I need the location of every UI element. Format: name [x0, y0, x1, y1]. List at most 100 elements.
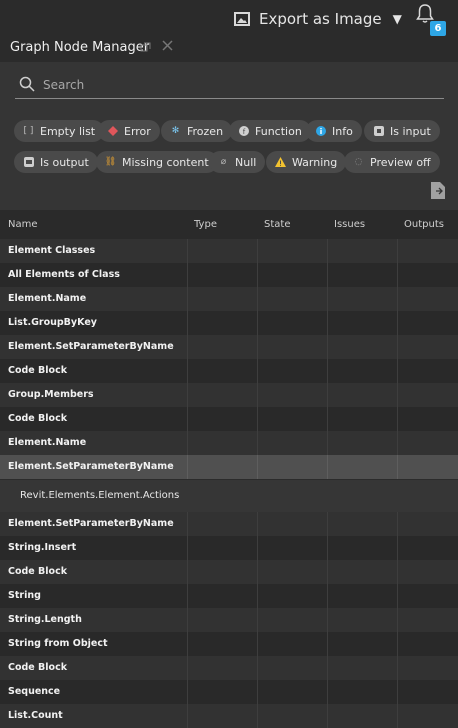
- table-row[interactable]: Group.Members: [0, 383, 458, 407]
- column-divider: [327, 407, 328, 431]
- export-as-image-button[interactable]: Export as Image ▼: [234, 10, 402, 28]
- filter-chip-is-input[interactable]: Is input: [364, 120, 440, 142]
- chip-label: Error: [124, 124, 151, 138]
- column-divider: [257, 704, 258, 728]
- chip-label: Null: [235, 155, 257, 169]
- filter-chip-null[interactable]: ⌀ Null: [209, 151, 266, 173]
- table-row[interactable]: Code Block: [0, 656, 458, 680]
- column-header-name[interactable]: Name: [8, 219, 38, 230]
- column-divider: [327, 287, 328, 311]
- filter-chip-function[interactable]: f Function: [229, 120, 311, 142]
- column-divider: [397, 656, 398, 680]
- chevron-down-icon[interactable]: ▼: [393, 12, 402, 26]
- column-header-issues[interactable]: Issues: [334, 219, 365, 230]
- table-row[interactable]: Element.SetParameterByName: [0, 335, 458, 359]
- table-row[interactable]: String: [0, 584, 458, 608]
- column-divider: [187, 287, 188, 311]
- column-divider: [397, 287, 398, 311]
- column-divider: [187, 584, 188, 608]
- column-divider: [187, 536, 188, 560]
- column-divider: [257, 359, 258, 383]
- column-divider: [257, 239, 258, 263]
- column-divider: [327, 335, 328, 359]
- column-divider: [257, 608, 258, 632]
- column-divider: [327, 431, 328, 455]
- column-divider: [397, 335, 398, 359]
- filter-chip-empty-list[interactable]: [ ] Empty list: [14, 120, 105, 142]
- table-row[interactable]: Element.SetParameterByName: [0, 512, 458, 536]
- filter-chip-frozen[interactable]: ✻ Frozen: [161, 120, 233, 142]
- filter-chip-info[interactable]: Info: [306, 120, 362, 142]
- column-divider: [327, 656, 328, 680]
- column-divider: [397, 239, 398, 263]
- column-divider: [327, 263, 328, 287]
- row-name: Element.SetParameterByName: [8, 341, 174, 352]
- column-divider: [187, 383, 188, 407]
- search-icon: [19, 76, 35, 96]
- table-row[interactable]: Code Block: [0, 359, 458, 383]
- row-name: Sequence: [8, 686, 61, 697]
- filter-chip-missing-content[interactable]: ⛓ Missing content: [96, 151, 218, 173]
- filter-chip-warning[interactable]: Warning: [266, 151, 347, 173]
- table-row[interactable]: All Elements of Class: [0, 263, 458, 287]
- table-row[interactable]: Sequence: [0, 680, 458, 704]
- chip-label: Is input: [390, 124, 431, 138]
- column-divider: [397, 680, 398, 704]
- row-name: Element.SetParameterByName: [8, 461, 174, 472]
- undock-icon[interactable]: [140, 42, 152, 54]
- chip-label: Preview off: [370, 155, 431, 169]
- column-divider: [397, 383, 398, 407]
- export-label: Export as Image: [259, 10, 382, 28]
- column-divider: [327, 560, 328, 584]
- table-row[interactable]: Code Block: [0, 560, 458, 584]
- filter-chip-preview-off[interactable]: ◌ Preview off: [344, 151, 440, 173]
- chip-label: Warning: [292, 155, 338, 169]
- null-icon: ⌀: [220, 157, 227, 167]
- column-divider: [257, 455, 258, 479]
- column-header-type[interactable]: Type: [194, 219, 217, 230]
- filter-chip-is-output[interactable]: Is output: [14, 151, 98, 173]
- column-divider: [327, 608, 328, 632]
- snowflake-icon: ✻: [171, 126, 180, 136]
- column-divider: [327, 512, 328, 536]
- table-row[interactable]: String from Object: [0, 632, 458, 656]
- filter-chip-error[interactable]: Error: [98, 120, 160, 142]
- row-name: Element.Name: [8, 293, 87, 304]
- link-icon: ⛓: [104, 157, 117, 167]
- table-row[interactable]: List.Count: [0, 704, 458, 728]
- column-divider: [397, 455, 398, 479]
- close-icon[interactable]: [162, 40, 174, 52]
- table-row[interactable]: Element.Name: [0, 287, 458, 311]
- chip-label: Missing content: [122, 155, 209, 169]
- column-divider: [257, 263, 258, 287]
- table-row[interactable]: String.Length: [0, 608, 458, 632]
- function-icon: f: [238, 126, 249, 137]
- column-divider: [327, 455, 328, 479]
- table-row[interactable]: Element.Name: [0, 431, 458, 455]
- column-header-state[interactable]: State: [264, 219, 290, 230]
- column-divider: [327, 632, 328, 656]
- column-header-outputs[interactable]: Outputs: [404, 219, 444, 230]
- column-divider: [187, 680, 188, 704]
- column-divider: [187, 311, 188, 335]
- search-box: [15, 70, 444, 99]
- row-name: String.Length: [8, 614, 82, 625]
- column-divider: [327, 383, 328, 407]
- table-row[interactable]: List.GroupByKey: [0, 311, 458, 335]
- table-row[interactable]: Code Block: [0, 407, 458, 431]
- column-divider: [257, 311, 258, 335]
- output-icon: [23, 157, 34, 168]
- column-divider: [257, 512, 258, 536]
- export-file-icon[interactable]: [431, 182, 445, 199]
- column-divider: [327, 536, 328, 560]
- table-row[interactable]: String.Insert: [0, 536, 458, 560]
- search-input[interactable]: [41, 74, 425, 96]
- table-row[interactable]: Element Classes: [0, 239, 458, 263]
- table-row[interactable]: Element.SetParameterByName: [0, 455, 458, 479]
- panel-title: Graph Node Manager: [10, 40, 150, 55]
- column-divider: [187, 335, 188, 359]
- row-name: Code Block: [8, 365, 68, 376]
- column-divider: [257, 680, 258, 704]
- row-name: Code Block: [8, 566, 68, 577]
- column-divider: [257, 536, 258, 560]
